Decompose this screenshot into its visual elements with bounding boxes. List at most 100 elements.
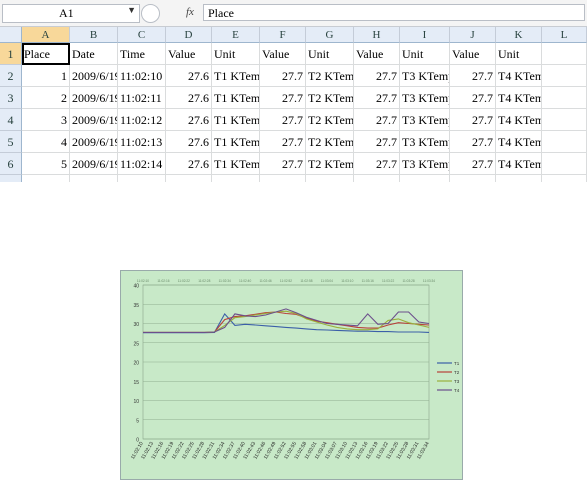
row-header-3[interactable]: 3	[0, 87, 22, 109]
cell-b5[interactable]: 2009/6/19	[70, 131, 118, 153]
cell-f6[interactable]: 27.7	[260, 153, 306, 175]
cell-a4[interactable]: 3	[22, 109, 70, 131]
cell-i3[interactable]: T3 KTemp	[400, 87, 450, 109]
cell-i5[interactable]: T3 KTemp	[400, 131, 450, 153]
cell-l5[interactable]	[542, 131, 587, 153]
cell-j5[interactable]: 27.7	[450, 131, 496, 153]
cell-f5[interactable]: 27.7	[260, 131, 306, 153]
cell-j6[interactable]: 27.7	[450, 153, 496, 175]
cell-e4[interactable]: T1 KTemp	[212, 109, 260, 131]
cell-k5[interactable]: T4 KTemp C	[496, 131, 542, 153]
cell-h3[interactable]: 27.7	[354, 87, 400, 109]
row-header-6[interactable]: 6	[0, 153, 22, 175]
cell-a7[interactable]: 6	[22, 175, 70, 182]
cell-e1[interactable]: Unit	[212, 43, 260, 65]
cell-f1[interactable]: Value	[260, 43, 306, 65]
cell-h5[interactable]: 27.7	[354, 131, 400, 153]
cell-g1[interactable]: Unit	[306, 43, 354, 65]
cell-i4[interactable]: T3 KTemp	[400, 109, 450, 131]
insert-function-icon[interactable]: fx	[186, 6, 194, 18]
column-header-b[interactable]: B	[70, 27, 118, 43]
cell-f7[interactable]: 27.7	[260, 175, 306, 182]
column-header-j[interactable]: J	[450, 27, 496, 43]
select-all-corner[interactable]	[0, 27, 22, 43]
column-header-c[interactable]: C	[118, 27, 166, 43]
cell-k2[interactable]: T4 KTemp C	[496, 65, 542, 87]
cell-k1[interactable]: Unit	[496, 43, 542, 65]
row-header-7[interactable]: 7	[0, 175, 22, 182]
cell-j7[interactable]: 27.7	[450, 175, 496, 182]
cell-l2[interactable]	[542, 65, 587, 87]
column-header-h[interactable]: H	[354, 27, 400, 43]
cell-c2[interactable]: 11:02:10	[118, 65, 166, 87]
cell-k4[interactable]: T4 KTemp C	[496, 109, 542, 131]
cell-d6[interactable]: 27.6	[166, 153, 212, 175]
chevron-down-icon[interactable]: ▼	[127, 5, 136, 15]
column-header-l[interactable]: L	[542, 27, 587, 43]
row-header-1[interactable]: 1	[0, 43, 22, 65]
cell-e5[interactable]: T1 KTemp	[212, 131, 260, 153]
cell-a5[interactable]: 4	[22, 131, 70, 153]
cell-c3[interactable]: 11:02:11	[118, 87, 166, 109]
cell-a3[interactable]: 2	[22, 87, 70, 109]
cell-a6[interactable]: 5	[22, 153, 70, 175]
cell-b6[interactable]: 2009/6/19	[70, 153, 118, 175]
cell-c5[interactable]: 11:02:13	[118, 131, 166, 153]
cell-g5[interactable]: T2 KTemp	[306, 131, 354, 153]
cell-d2[interactable]: 27.6	[166, 65, 212, 87]
formula-input[interactable]: Place	[203, 4, 585, 21]
cell-k6[interactable]: T4 KTemp C	[496, 153, 542, 175]
cell-e2[interactable]: T1 KTemp	[212, 65, 260, 87]
cell-j3[interactable]: 27.7	[450, 87, 496, 109]
cell-f4[interactable]: 27.7	[260, 109, 306, 131]
name-box[interactable]: A1 ▼	[2, 4, 140, 23]
cell-c6[interactable]: 11:02:14	[118, 153, 166, 175]
cell-a2[interactable]: 1	[22, 65, 70, 87]
cell-i7[interactable]: T3 KTemp	[400, 175, 450, 182]
cell-k3[interactable]: T4 KTemp C	[496, 87, 542, 109]
row-header-2[interactable]: 2	[0, 65, 22, 87]
column-header-f[interactable]: F	[260, 27, 306, 43]
cell-d3[interactable]: 27.6	[166, 87, 212, 109]
cell-e6[interactable]: T1 KTemp	[212, 153, 260, 175]
column-header-d[interactable]: D	[166, 27, 212, 43]
cell-d7[interactable]: 27.7	[166, 175, 212, 182]
cell-c4[interactable]: 11:02:12	[118, 109, 166, 131]
cell-j2[interactable]: 27.7	[450, 65, 496, 87]
cell-d4[interactable]: 27.6	[166, 109, 212, 131]
column-header-i[interactable]: I	[400, 27, 450, 43]
column-header-a[interactable]: A	[22, 27, 70, 43]
cell-l3[interactable]	[542, 87, 587, 109]
cell-i1[interactable]: Unit	[400, 43, 450, 65]
cell-l4[interactable]	[542, 109, 587, 131]
cell-c7[interactable]: 11:02:15	[118, 175, 166, 182]
cell-l1[interactable]	[542, 43, 587, 65]
cell-h6[interactable]: 27.7	[354, 153, 400, 175]
column-header-e[interactable]: E	[212, 27, 260, 43]
cell-g7[interactable]: T2 KTemp	[306, 175, 354, 182]
cell-i2[interactable]: T3 KTemp	[400, 65, 450, 87]
cell-c1[interactable]: Time	[118, 43, 166, 65]
cell-b4[interactable]: 2009/6/19	[70, 109, 118, 131]
cell-h2[interactable]: 27.7	[354, 65, 400, 87]
cell-h4[interactable]: 27.7	[354, 109, 400, 131]
cell-d1[interactable]: Value	[166, 43, 212, 65]
column-header-k[interactable]: K	[496, 27, 542, 43]
row-header-5[interactable]: 5	[0, 131, 22, 153]
cell-h7[interactable]: 27.7	[354, 175, 400, 182]
cell-h1[interactable]: Value	[354, 43, 400, 65]
cell-l7[interactable]	[542, 175, 587, 182]
cell-b7[interactable]: 2009/6/19	[70, 175, 118, 182]
cell-i6[interactable]: T3 KTemp	[400, 153, 450, 175]
cell-l6[interactable]	[542, 153, 587, 175]
cell-b2[interactable]: 2009/6/19	[70, 65, 118, 87]
cell-k7[interactable]: T4 KTemp C	[496, 175, 542, 182]
cell-a1[interactable]: Place	[22, 43, 70, 65]
cell-j4[interactable]: 27.7	[450, 109, 496, 131]
cell-g2[interactable]: T2 KTemp	[306, 65, 354, 87]
cell-e3[interactable]: T1 KTemp	[212, 87, 260, 109]
cell-j1[interactable]: Value	[450, 43, 496, 65]
cell-b1[interactable]: Date	[70, 43, 118, 65]
cell-f3[interactable]: 27.7	[260, 87, 306, 109]
cell-d5[interactable]: 27.6	[166, 131, 212, 153]
